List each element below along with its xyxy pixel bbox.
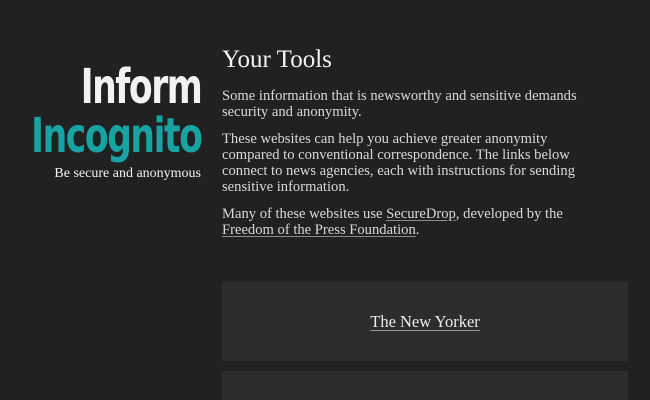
new-yorker-link[interactable]: The New Yorker — [222, 312, 628, 332]
brand-line-inform: Inform — [80, 59, 202, 115]
intro-paragraph: Some information that is newsworthy and … — [222, 88, 577, 120]
brand-logo: Inform Incognito Be secure and anonymous — [0, 59, 203, 182]
page-title: Your Tools — [222, 46, 332, 73]
securedrop-prefix: Many of these websites use — [222, 206, 387, 222]
brand-tagline: Be secure and anonymous — [54, 166, 201, 181]
securedrop-link[interactable]: SecureDrop — [386, 206, 456, 222]
description-paragraph: These websites can help you achieve grea… — [222, 131, 575, 195]
securedrop-paragraph: Many of these websites use SecureDrop, d… — [222, 206, 582, 238]
freedom-of-press-link[interactable]: Freedom of the Press Foundation — [222, 222, 416, 238]
news-card-new-yorker[interactable]: The New Yorker — [222, 282, 628, 361]
securedrop-middle: , developed by the — [455, 206, 563, 222]
news-card-partial[interactable] — [222, 371, 628, 400]
brand-line-incognito: Incognito — [30, 108, 203, 164]
main-content: Your Tools Some information that is news… — [222, 44, 628, 249]
securedrop-suffix: . — [415, 222, 420, 238]
